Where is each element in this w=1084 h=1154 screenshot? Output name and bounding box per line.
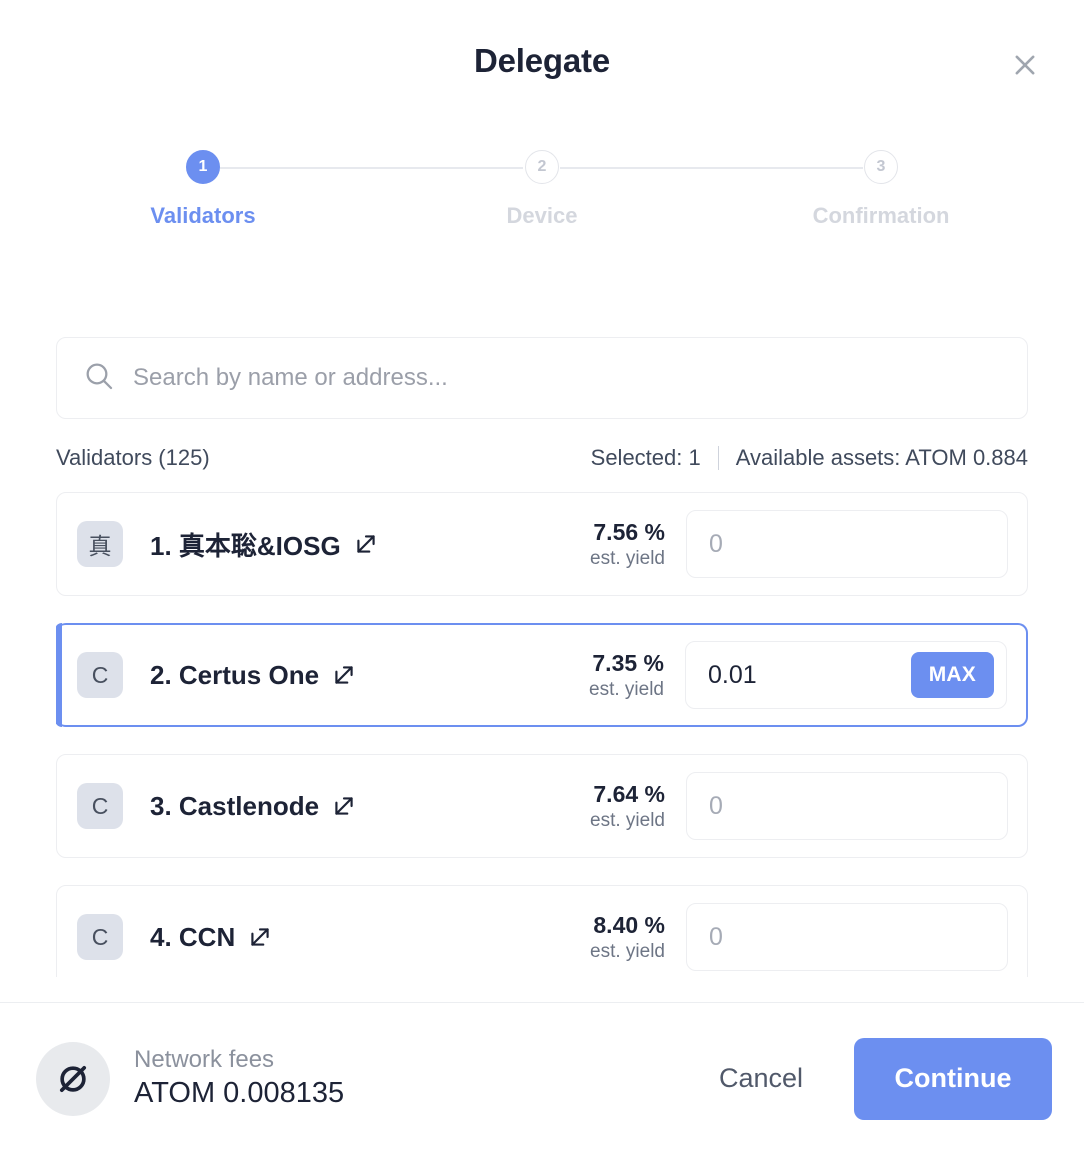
footer-actions: Cancel Continue bbox=[715, 1037, 1052, 1120]
validator-row[interactable]: C 2. Certus One 7.35 % est. yield MAX bbox=[56, 623, 1028, 727]
avatar: C bbox=[77, 914, 123, 960]
validator-name-group: 4. CCN bbox=[150, 922, 273, 953]
stepper-step-number: 3 bbox=[864, 150, 898, 184]
stepper-step-label: Device bbox=[506, 203, 578, 228]
stepper-step-validators[interactable]: 1 Validators bbox=[143, 150, 263, 229]
delegate-modal: Delegate 1 Validators 2 Device 3 Confirm… bbox=[0, 0, 1084, 1154]
stepper-step-label: Validators bbox=[150, 203, 256, 228]
avatar: 真 bbox=[77, 521, 123, 567]
page-title: Delegate bbox=[474, 42, 610, 79]
validator-name-group: 2. Certus One bbox=[150, 660, 357, 691]
yield-label: est. yield bbox=[589, 678, 664, 700]
yield-block: 7.56 % est. yield bbox=[590, 518, 686, 571]
stepper-connector-1 bbox=[220, 167, 523, 169]
close-icon[interactable] bbox=[1008, 48, 1042, 82]
validator-name-group: 1. 真本聡&IOSG bbox=[150, 526, 379, 563]
avatar: C bbox=[77, 783, 123, 829]
yield-block: 8.40 % est. yield bbox=[590, 911, 686, 964]
yield-block: 7.64 % est. yield bbox=[590, 780, 686, 833]
validator-row[interactable]: C 3. Castlenode 7.64 % est. yield bbox=[56, 754, 1028, 858]
list-info-row: Validators (125) Selected: 1 Available a… bbox=[56, 445, 1028, 471]
max-button[interactable]: MAX bbox=[910, 652, 994, 698]
yield-value: 7.56 % bbox=[593, 518, 665, 545]
available-assets: Available assets: ATOM 0.884 bbox=[735, 445, 1028, 470]
stepper-connector-2 bbox=[560, 167, 863, 169]
validator-name-group: 3. Castlenode bbox=[150, 791, 357, 822]
external-link-icon[interactable] bbox=[353, 531, 379, 557]
amount-input-wrapper[interactable] bbox=[686, 903, 1008, 971]
search-box[interactable] bbox=[56, 337, 1028, 419]
divider bbox=[717, 446, 719, 470]
yield-label: est. yield bbox=[590, 940, 665, 962]
yield-value: 7.64 % bbox=[593, 780, 665, 807]
stepper: 1 Validators 2 Device 3 Confirmation bbox=[0, 150, 1084, 260]
amount-input[interactable] bbox=[708, 660, 911, 690]
yield-label: est. yield bbox=[590, 547, 665, 569]
validator-name: 1. 真本聡&IOSG bbox=[150, 530, 341, 561]
avatar: C bbox=[77, 652, 123, 698]
cancel-button[interactable]: Cancel bbox=[715, 1053, 807, 1104]
network-fees-block: Network fees ATOM 0.008135 bbox=[36, 1041, 344, 1116]
info-right-group: Selected: 1 Available assets: ATOM 0.884 bbox=[591, 445, 1028, 471]
validator-row[interactable]: 真 1. 真本聡&IOSG 7.56 % est. yield bbox=[56, 492, 1028, 596]
stepper-step-number: 2 bbox=[525, 150, 559, 184]
validator-name: 3. Castlenode bbox=[150, 790, 320, 821]
atom-currency-icon bbox=[36, 1041, 110, 1116]
validator-list[interactable]: 真 1. 真本聡&IOSG 7.56 % est. yield C 2 bbox=[56, 492, 1028, 977]
continue-button[interactable]: Continue bbox=[854, 1037, 1052, 1120]
validator-name: 2. Certus One bbox=[150, 659, 320, 690]
external-link-icon[interactable] bbox=[331, 793, 357, 819]
modal-header: Delegate bbox=[0, 0, 1084, 122]
yield-label: est. yield bbox=[590, 809, 665, 831]
search-icon bbox=[83, 360, 115, 397]
yield-block: 7.35 % est. yield bbox=[589, 649, 685, 702]
stepper-step-confirmation[interactable]: 3 Confirmation bbox=[813, 150, 949, 229]
stepper-step-label: Confirmation bbox=[812, 203, 950, 228]
fee-label: Network fees bbox=[134, 1045, 275, 1073]
amount-input-wrapper[interactable]: MAX bbox=[685, 641, 1007, 709]
search-section bbox=[56, 337, 1028, 419]
stepper-step-number: 1 bbox=[186, 150, 220, 184]
modal-footer: Network fees ATOM 0.008135 Cancel Contin… bbox=[0, 1002, 1084, 1154]
amount-input-wrapper[interactable] bbox=[686, 510, 1008, 578]
amount-input[interactable] bbox=[709, 791, 995, 821]
external-link-icon[interactable] bbox=[331, 662, 357, 688]
amount-input[interactable] bbox=[709, 922, 995, 952]
amount-input[interactable] bbox=[709, 529, 995, 559]
fee-value: ATOM 0.008135 bbox=[134, 1077, 345, 1110]
yield-value: 8.40 % bbox=[593, 911, 665, 938]
validators-count: Validators (125) bbox=[56, 445, 210, 470]
amount-input-wrapper[interactable] bbox=[686, 772, 1008, 840]
stepper-step-device[interactable]: 2 Device bbox=[482, 150, 602, 229]
fee-text: Network fees ATOM 0.008135 bbox=[134, 1045, 344, 1113]
validator-name: 4. CCN bbox=[150, 921, 236, 952]
external-link-icon[interactable] bbox=[247, 924, 273, 950]
search-input[interactable] bbox=[133, 364, 1001, 392]
yield-value: 7.35 % bbox=[592, 649, 664, 676]
validator-row[interactable]: C 4. CCN 8.40 % est. yield bbox=[56, 885, 1028, 977]
selected-count: Selected: 1 bbox=[590, 445, 701, 470]
